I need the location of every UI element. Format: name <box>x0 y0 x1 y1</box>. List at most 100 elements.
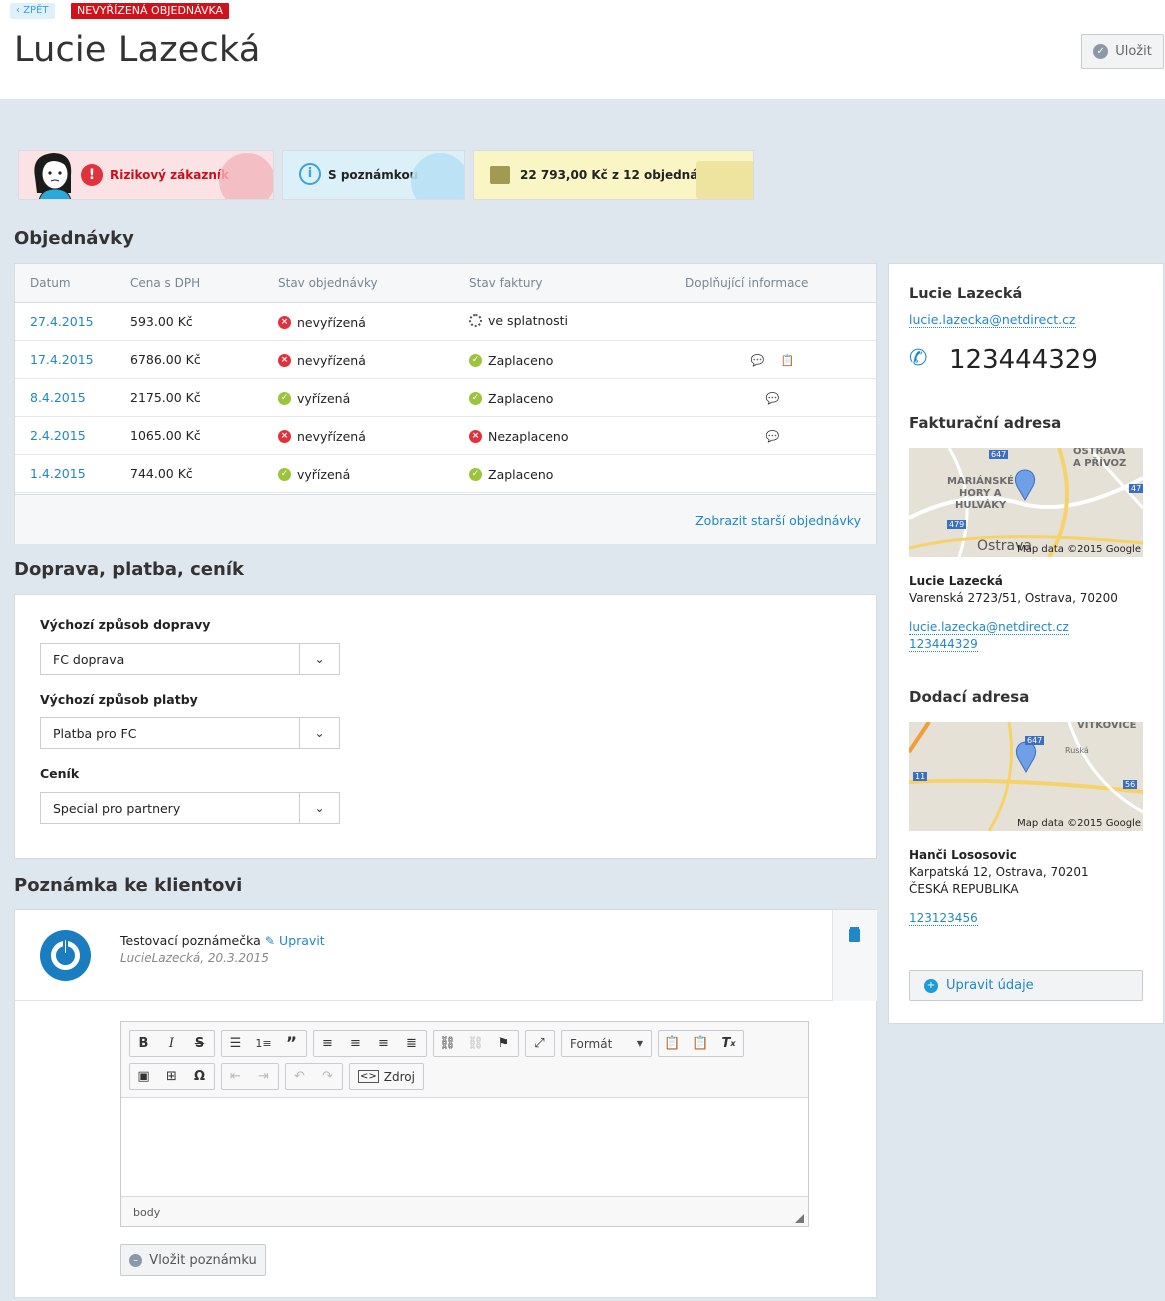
contact-phone: 123444329 <box>949 345 1098 375</box>
order-state-label: vyřízená <box>297 391 351 406</box>
road-number-label: 47 <box>1129 484 1143 493</box>
comment-icon[interactable]: 💬 <box>766 430 780 443</box>
table-row[interactable]: 1.4.2015 744.00 Kč ✓ vyřízená ✓ Zaplaceno <box>15 454 876 493</box>
undo-icon[interactable]: ↶ <box>286 1064 314 1089</box>
paste-word-icon[interactable]: 📋 <box>687 1031 715 1056</box>
road-number-label: 647 <box>989 450 1009 459</box>
info-watermark-icon <box>411 153 464 199</box>
align-center-icon[interactable]: ≡ <box>342 1031 370 1056</box>
bulleted-list-icon[interactable]: ☰ <box>222 1031 250 1056</box>
back-button[interactable]: ‹ ZPĚT <box>10 3 55 19</box>
order-date-link[interactable]: 17.4.2015 <box>30 352 94 367</box>
column-header: Cena s DPH <box>115 264 263 303</box>
toolbar-group-indent: ⇤ ⇥ <box>221 1063 279 1090</box>
image-icon[interactable]: ▣ <box>130 1064 158 1089</box>
delivery-method-select[interactable]: FC doprava ⌄ <box>40 643 340 675</box>
billing-email-link[interactable]: lucie.lazecka@netdirect.cz <box>909 620 1069 635</box>
delivery-phone-link[interactable]: 123123456 <box>909 911 978 926</box>
link-icon[interactable]: ⛓ <box>434 1031 462 1056</box>
order-date-cell: 1.4.2015 <box>15 454 115 493</box>
invoice-state-cell: ✓ Zaplaceno <box>454 454 669 493</box>
note-card: i S poznámkou <box>282 150 465 200</box>
order-date-link[interactable]: 1.4.2015 <box>30 466 86 481</box>
note-meta: LucieLazecká, 20.3.2015 <box>120 951 269 965</box>
rich-text-editor: B I S ☰ 1≡ ” ≡ ≡ ≡ ≣ ⛓ ⛓ ⚑ ⤢ Formát ▼ 📋 <box>120 1021 809 1227</box>
cross-circle-icon: × <box>469 430 482 443</box>
redo-icon[interactable]: ↷ <box>314 1064 342 1089</box>
align-left-icon[interactable]: ≡ <box>314 1031 342 1056</box>
contact-email-link[interactable]: lucie.lazecka@netdirect.cz <box>909 312 1076 328</box>
save-button[interactable]: ✓ Uložit <box>1081 34 1164 69</box>
delivery-address: Karpatská 12, Ostrava, 70201 <box>909 865 1089 879</box>
order-date-link[interactable]: 2.4.2015 <box>30 428 86 443</box>
order-summary-card: 22 793,00 Kč z 12 objednávek <box>473 150 754 200</box>
orders-section-title: Objednávky <box>14 228 134 249</box>
billing-phone-link[interactable]: 123444329 <box>909 637 978 652</box>
resize-handle[interactable] <box>795 1214 804 1223</box>
billing-map[interactable]: OSTRAVA A PŘÍVOZ MARIÁNSKÉ HORY A HULVÁK… <box>909 448 1143 557</box>
paste-text-icon[interactable]: 📋 <box>659 1031 687 1056</box>
maximize-icon[interactable]: ⤢ <box>526 1031 554 1056</box>
order-price-cell: 593.00 Kč <box>115 302 263 341</box>
map-attribution: Map data ©2015 Google <box>1017 544 1141 555</box>
note-text: Testovací poznámečka <box>120 933 261 948</box>
invoice-state-label: Zaplaceno <box>488 391 554 406</box>
anchor-flag-icon[interactable]: ⚑ <box>490 1031 518 1056</box>
extra-info-cell: 💬 <box>669 416 876 455</box>
phone-icon: ✆ <box>909 346 928 371</box>
element-path: body <box>133 1206 161 1219</box>
map-label: OSTRAVA <box>1073 448 1126 457</box>
table-row[interactable]: 2.4.2015 1065.00 Kč × nevyřízená × Nezaplacen… <box>15 416 876 455</box>
edit-note-link[interactable]: ✎ Upravit <box>265 933 325 948</box>
order-date-link[interactable]: 27.4.2015 <box>30 314 94 329</box>
italic-icon[interactable]: I <box>158 1031 186 1056</box>
billing-address: Varenská 2723/51, Ostrava, 70200 <box>909 591 1118 605</box>
bold-icon[interactable]: B <box>130 1031 158 1056</box>
contact-sidebar: Lucie Lazecká lucie.lazecka@netdirect.cz… <box>888 263 1164 1024</box>
source-button[interactable]: <> Zdroj <box>349 1063 424 1090</box>
align-right-icon[interactable]: ≡ <box>370 1031 398 1056</box>
strikethrough-icon[interactable]: S <box>186 1031 214 1056</box>
table-row[interactable]: 27.4.2015 593.00 Kč × nevyřízená ve splatnos… <box>15 302 876 341</box>
note-item: Testovací poznámečka ✎ Upravit LucieLaze… <box>15 910 833 1001</box>
chevron-down-icon: ⌄ <box>299 793 339 823</box>
minus-circle-icon: – <box>129 1253 143 1267</box>
billing-name: Lucie Lazecká <box>909 574 1003 588</box>
pricelist-select[interactable]: Special pro partnery ⌄ <box>40 792 340 824</box>
numbered-list-icon[interactable]: 1≡ <box>250 1031 278 1056</box>
table-row[interactable]: 8.4.2015 2175.00 Kč ✓ vyřízená ✓ Zaplaceno 💬 <box>15 378 876 417</box>
indent-icon[interactable]: ⇥ <box>250 1064 278 1089</box>
table-icon[interactable]: ⊞ <box>158 1064 186 1089</box>
caret-down-icon: ▼ <box>636 1039 643 1048</box>
special-char-icon[interactable]: Ω <box>186 1064 214 1089</box>
check-circle-icon: ✓ <box>278 468 291 481</box>
delivery-map[interactable]: VÍTKOVICE 647 11 56 Ruská Map data ©2015… <box>909 722 1143 831</box>
format-dropdown[interactable]: Formát ▼ <box>561 1030 652 1057</box>
check-circle-icon: ✓ <box>469 354 482 367</box>
clipboard-icon[interactable]: 📋 <box>781 354 795 367</box>
payment-method-label: Výchozí způsob platby <box>40 692 198 707</box>
align-justify-icon[interactable]: ≣ <box>398 1031 426 1056</box>
show-older-orders-link[interactable]: Zobrazit starší objednávky <box>695 513 861 528</box>
insert-note-button[interactable]: – Vložit poznámku <box>120 1244 266 1276</box>
blockquote-icon[interactable]: ” <box>278 1031 306 1056</box>
table-row[interactable]: 17.4.2015 6786.00 Kč × nevyřízená ✓ Zaplaceno… <box>15 340 876 379</box>
edit-contact-button[interactable]: + Upravit údaje <box>909 970 1143 1001</box>
column-header: Datum <box>15 264 115 303</box>
save-label: Uložit <box>1115 44 1152 59</box>
delete-note-button[interactable] <box>833 910 877 1001</box>
map-label: VÍTKOVICE <box>1077 722 1137 731</box>
comment-icon[interactable]: 💬 <box>766 392 780 405</box>
editor-content-area[interactable] <box>121 1097 808 1197</box>
payment-method-select[interactable]: Platba pro FC ⌄ <box>40 717 340 749</box>
invoice-state-label: Nezaplaceno <box>488 429 569 444</box>
order-date-link[interactable]: 8.4.2015 <box>30 390 86 405</box>
toolbar-group-paste: 📋 📋 Tx <box>658 1030 744 1057</box>
remove-format-icon[interactable]: Tx <box>715 1031 743 1056</box>
unlink-icon[interactable]: ⛓ <box>462 1031 490 1056</box>
outdent-icon[interactable]: ⇤ <box>222 1064 250 1089</box>
map-label: Ruská <box>1065 746 1089 755</box>
comment-icon[interactable]: 💬 <box>751 354 765 367</box>
warning-icon: ! <box>81 164 103 186</box>
risky-customer-label: Rizikový zákazník <box>110 168 229 182</box>
